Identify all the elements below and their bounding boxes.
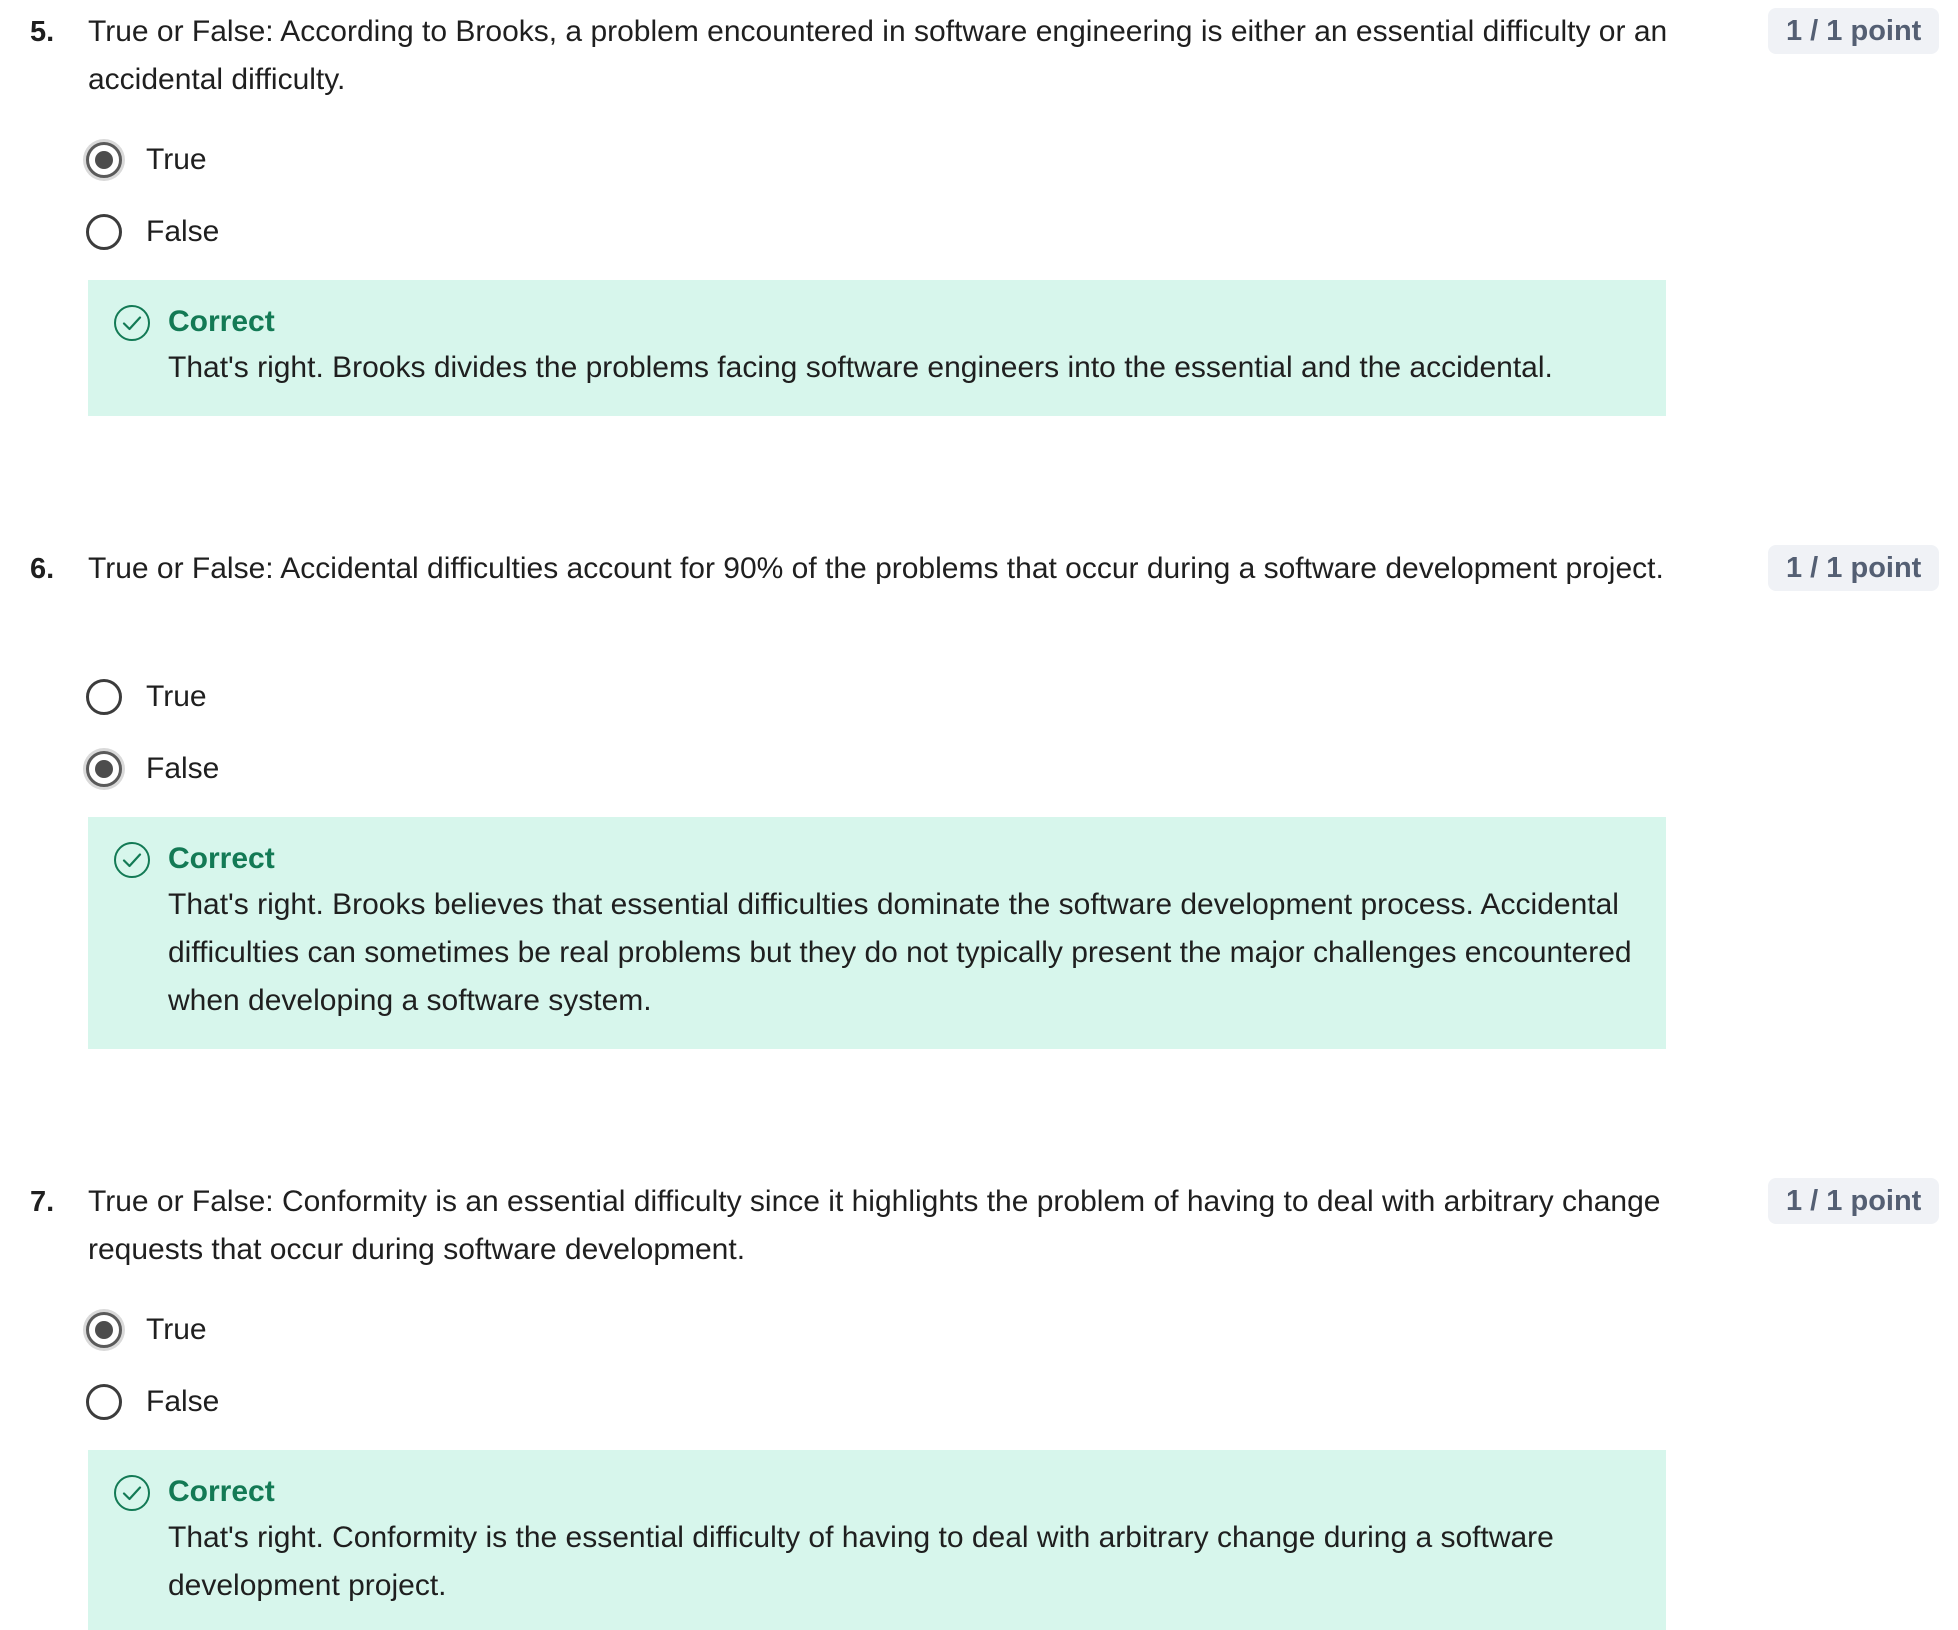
- check-circle-icon: [114, 842, 150, 878]
- question-text: True or False: Conformity is an essentia…: [88, 1185, 1661, 1266]
- radio-button[interactable]: [86, 751, 122, 787]
- feedback-title: Correct: [168, 1475, 275, 1508]
- option-false[interactable]: False: [86, 1380, 219, 1424]
- feedback-title: Correct: [168, 842, 275, 875]
- points-badge: 1 / 1 point: [1768, 1178, 1940, 1224]
- option-label: False: [146, 752, 220, 785]
- question-number: 5.: [30, 16, 55, 48]
- option-true[interactable]: True: [86, 1308, 207, 1352]
- points-badge: 1 / 1 point: [1768, 545, 1940, 591]
- feedback-box: Correct That's right. Conformity is the …: [88, 1450, 1666, 1630]
- question-text: True or False: According to Brooks, a pr…: [88, 15, 1668, 96]
- points-badge: 1 / 1 point: [1768, 8, 1940, 54]
- feedback-text: That's right. Brooks believes that essen…: [168, 888, 1632, 1017]
- option-label: True: [146, 143, 207, 176]
- check-circle-icon: [114, 1475, 150, 1511]
- option-label: True: [146, 1313, 207, 1346]
- feedback-text: That's right. Conformity is the essentia…: [168, 1521, 1554, 1602]
- option-true[interactable]: True: [86, 138, 207, 182]
- radio-button[interactable]: [86, 679, 122, 715]
- option-label: True: [146, 680, 207, 713]
- option-true[interactable]: True: [86, 675, 207, 719]
- option-false[interactable]: False: [86, 747, 219, 791]
- check-circle-icon: [114, 305, 150, 341]
- radio-button[interactable]: [86, 142, 122, 178]
- feedback-box: Correct That's right. Brooks believes th…: [88, 817, 1666, 1049]
- radio-button[interactable]: [86, 214, 122, 250]
- radio-button[interactable]: [86, 1384, 122, 1420]
- radio-button[interactable]: [86, 1312, 122, 1348]
- question-number: 7.: [30, 1186, 55, 1218]
- feedback-text: That's right. Brooks divides the problem…: [168, 351, 1553, 384]
- option-label: False: [146, 1385, 220, 1418]
- option-false[interactable]: False: [86, 210, 219, 254]
- option-label: False: [146, 215, 220, 248]
- question-number: 6.: [30, 553, 55, 585]
- feedback-box: Correct That's right. Brooks divides the…: [88, 280, 1666, 416]
- question-text: True or False: Accidental difficulties a…: [88, 552, 1664, 585]
- feedback-title: Correct: [168, 305, 275, 338]
